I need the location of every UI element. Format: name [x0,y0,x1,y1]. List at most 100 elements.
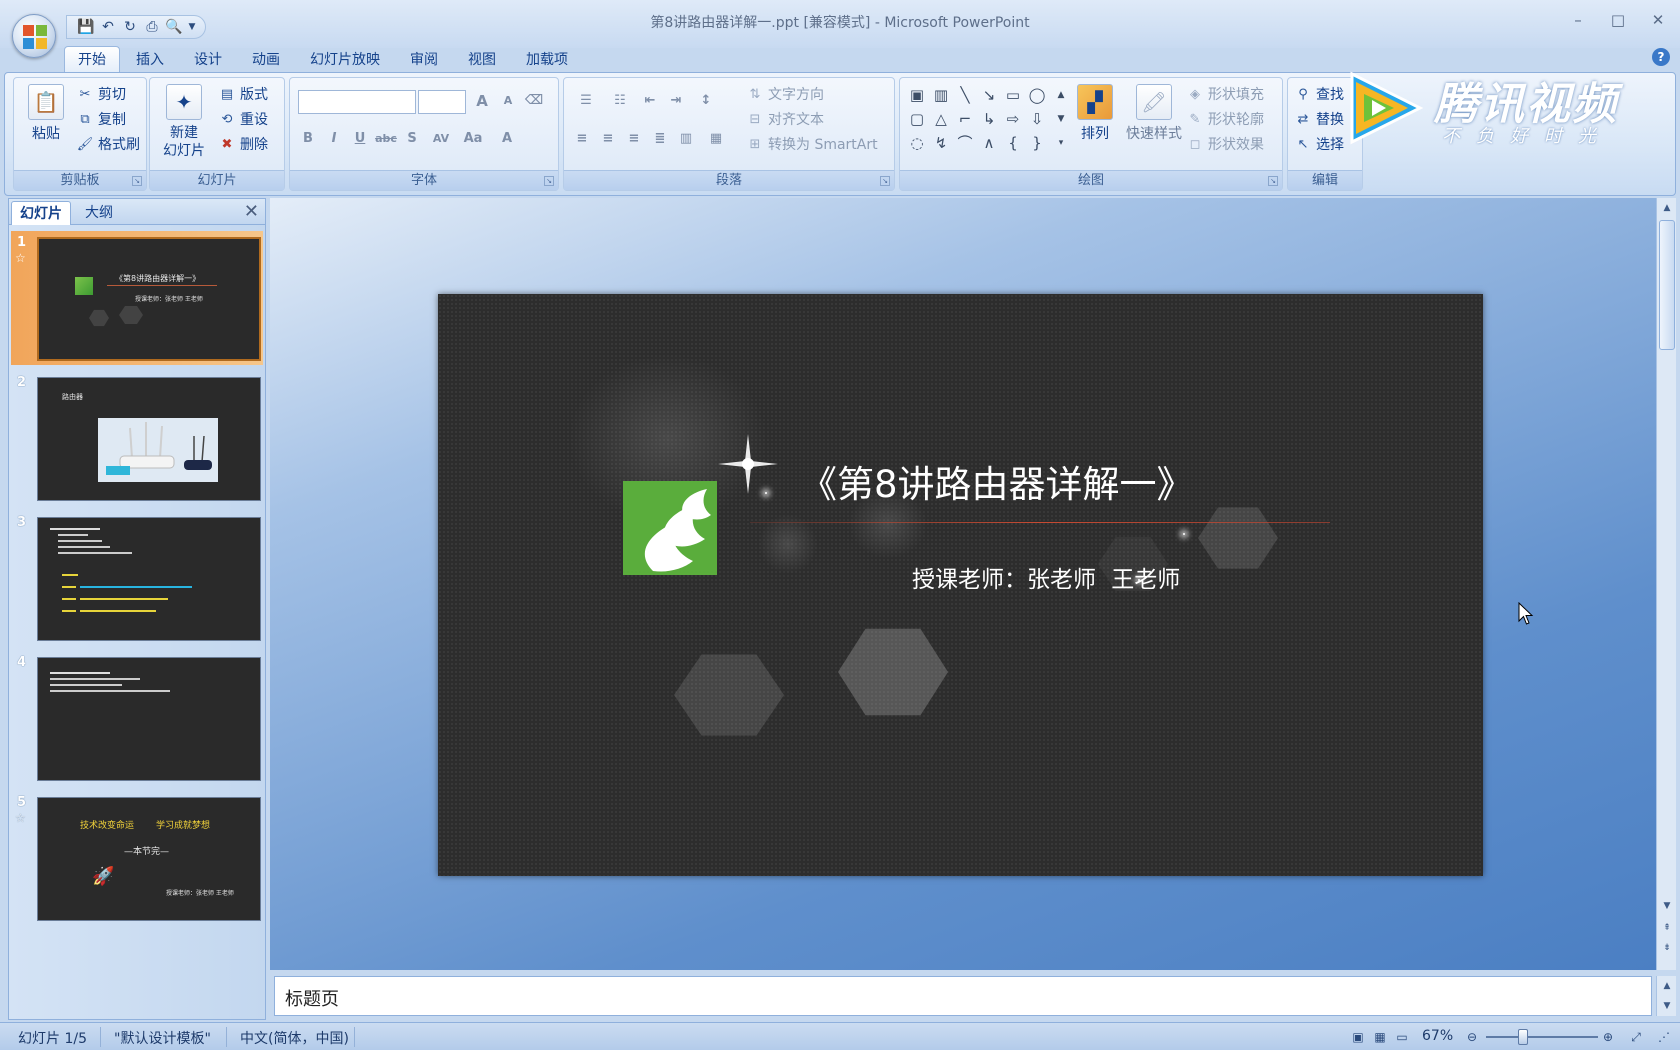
normal-view-icon[interactable]: ▣ [1348,1028,1368,1046]
char-spacing-button[interactable]: AV [426,128,456,150]
vertical-scrollbar[interactable]: ▲ ▼ ⇞ ⇟ [1656,198,1676,970]
copy-button[interactable]: ⧉ 复制 [76,109,126,131]
tab-review[interactable]: 审阅 [396,46,452,72]
notes-pane[interactable]: 标题页 [274,976,1652,1016]
bold-button[interactable]: B [296,128,320,150]
undo-icon[interactable]: ↶ [99,18,117,36]
arrange-button[interactable]: ▞ 排列 [1070,84,1120,144]
maximize-button[interactable]: □ [1606,10,1630,30]
slideshow-view-icon[interactable]: ▭ [1392,1028,1412,1046]
columns-icon[interactable]: ▦ [700,128,732,150]
notes-text[interactable]: 标题页 [285,985,339,1011]
paste-button[interactable]: 📋 粘贴 [18,84,74,144]
shape-effects-button[interactable]: ◻ 形状效果 [1186,134,1264,156]
tab-animations[interactable]: 动画 [238,46,294,72]
triangle-icon[interactable]: △ [930,108,952,130]
zoom-out-icon[interactable]: ⊖ [1462,1028,1482,1046]
shadow-button[interactable]: S [400,128,424,150]
close-pane-icon[interactable]: ✕ [244,201,259,223]
text-direction-button[interactable]: ⇅ 文字方向 [746,84,824,106]
increase-indent-icon[interactable]: ⇥ [664,90,688,112]
grow-font-button[interactable]: A [470,90,494,112]
right-arrow-icon[interactable]: ⇨ [1002,108,1024,130]
shrink-font-button[interactable]: A [496,90,520,112]
office-button[interactable] [12,14,56,58]
tab-view[interactable]: 视图 [454,46,510,72]
arc-icon[interactable]: ⌒ [954,132,976,154]
tab-outline[interactable]: 大纲 [77,201,121,225]
right-brace-icon[interactable]: } [1026,132,1048,154]
more-shapes-icon[interactable]: ▾ [1050,132,1072,154]
scroll-thumb[interactable] [1659,220,1675,350]
slide-subtitle[interactable]: 授课老师：张老师 王老师 [912,560,1180,594]
tab-addins[interactable]: 加载项 [512,46,582,72]
numbering-icon[interactable]: ☷ [604,90,636,112]
reset-button[interactable]: ⟲ 重设 [218,109,268,131]
line-icon[interactable]: ╲ [954,84,976,106]
shapes-gallery[interactable]: ▣ ▥ ╲ ↘ ▭ ◯ ▲ ▢ △ ⌐ ↳ ⇨ ⇩ ▼ ◌ ↯ ⌒ ∧ { } … [906,84,1066,154]
customize-icon[interactable]: ▼ [187,18,197,36]
dialog-launcher-icon[interactable]: ↘ [132,176,142,186]
replace-button[interactable]: ⇄ 替换 [1294,109,1344,131]
font-size-input[interactable] [418,90,466,114]
align-right-icon[interactable]: ≡ [622,128,646,150]
minimize-button[interactable]: – [1566,10,1590,30]
delete-slide-button[interactable]: ✖ 删除 [218,134,268,156]
italic-button[interactable]: I [322,128,346,150]
shape-outline-button[interactable]: ✎ 形状轮廓 [1186,109,1264,131]
tab-slides[interactable]: 幻灯片 [11,201,71,225]
print-icon[interactable]: ⎙ [143,18,161,36]
align-left-icon[interactable]: ≡ [570,128,594,150]
cut-button[interactable]: ✂ 剪切 [76,84,126,106]
tab-home[interactable]: 开始 [64,46,120,72]
slide-title[interactable]: 《第8讲路由器详解一》 [800,454,1194,508]
shape-fill-button[interactable]: ◈ 形状填充 [1186,84,1264,106]
slide-thumbnail-1[interactable]: 1 ☆ 《第8讲路由器详解一》 授课老师：张老师 王老师 [11,231,263,365]
change-case-button[interactable]: Aa [458,128,488,150]
strikethrough-button[interactable]: abc [374,128,398,150]
dialog-launcher-icon[interactable]: ↘ [544,176,554,186]
oval-icon[interactable]: ◯ [1026,84,1048,106]
dialog-launcher-icon[interactable]: ↘ [880,176,890,186]
quick-styles-button[interactable]: 🖍 快速样式 [1122,84,1186,144]
decrease-indent-icon[interactable]: ⇤ [638,90,662,112]
select-button[interactable]: ↖ 选择 [1294,134,1344,156]
clear-format-button[interactable]: ⌫ [522,90,546,112]
fit-window-icon[interactable]: ⤢ [1626,1028,1646,1046]
find-button[interactable]: ⚲ 查找 [1294,84,1344,106]
tab-slideshow[interactable]: 幻灯片放映 [296,46,394,72]
text-box-icon[interactable]: ▣ [906,84,928,106]
rectangle-icon[interactable]: ▭ [1002,84,1024,106]
layout-button[interactable]: ▤ 版式 [218,84,268,106]
tab-design[interactable]: 设计 [180,46,236,72]
scroll-down-icon[interactable]: ▼ [1050,108,1072,130]
smartart-button[interactable]: ⊞ 转换为 SmartArt [746,134,878,156]
align-text-button[interactable]: ⊟ 对齐文本 [746,109,824,131]
down-arrow-icon[interactable]: ⇩ [1026,108,1048,130]
font-family-input[interactable] [298,90,416,114]
tab-insert[interactable]: 插入 [122,46,178,72]
rounded-rect-icon[interactable]: ▢ [906,108,928,130]
freeform-icon[interactable]: ◌ [906,132,928,154]
language[interactable]: 中文(简体，中国) [240,1028,349,1048]
zoom-slider-thumb[interactable] [1517,1029,1528,1045]
font-color-button[interactable]: A [490,128,524,150]
line-spacing-icon[interactable]: ↕ [690,90,722,112]
slide-canvas[interactable]: 《第8讲路由器详解一》 授课老师：张老师 王老师 [438,294,1483,876]
resize-grip-icon[interactable]: ⋰ [1654,1028,1674,1046]
slide-sorter-icon[interactable]: ▦ [1370,1028,1390,1046]
help-icon[interactable]: ? [1652,48,1670,66]
slide-thumbnail-4[interactable]: 4 [11,651,263,785]
zoom-level[interactable]: 67% [1422,1028,1453,1044]
curve-icon[interactable]: ∧ [978,132,1000,154]
notes-scrollbar[interactable]: ▲ ▼ [1656,976,1676,1016]
next-slide-icon[interactable]: ⇟ [1659,940,1675,956]
scroll-up-icon[interactable]: ▲ [1050,84,1072,106]
bullets-icon[interactable]: ☰ [570,90,602,112]
scroll-up-icon[interactable]: ▲ [1659,200,1675,216]
close-button[interactable]: ✕ [1646,10,1670,30]
previous-slide-icon[interactable]: ⇞ [1659,920,1675,936]
zoom-slider[interactable] [1486,1036,1598,1038]
justify-icon[interactable]: ≣ [648,128,672,150]
elbow-connector-icon[interactable]: ⌐ [954,108,976,130]
